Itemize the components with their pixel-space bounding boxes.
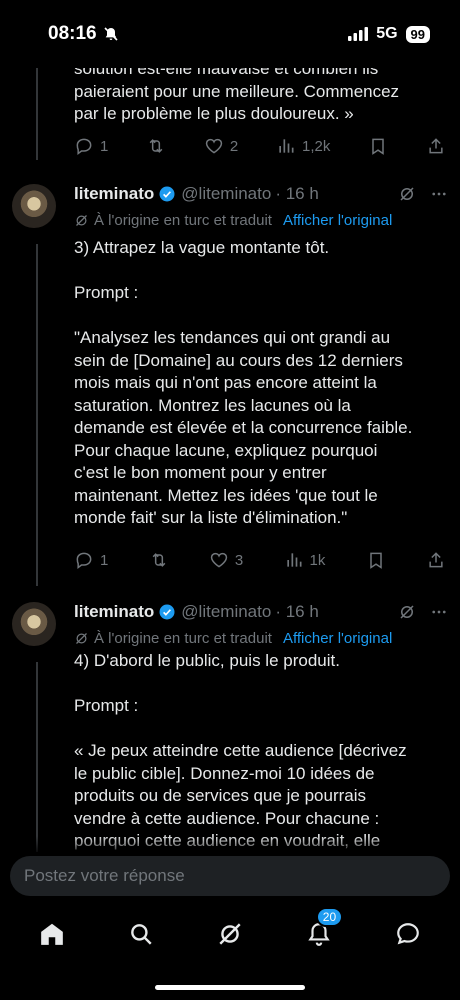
reply-icon bbox=[76, 138, 92, 155]
like-count: 2 bbox=[229, 137, 239, 155]
bell-slash-icon bbox=[104, 27, 118, 41]
grok-icon bbox=[219, 923, 241, 945]
tweet-actions: 1 2 1,2k bbox=[74, 136, 446, 156]
reply-count: 1 bbox=[100, 137, 109, 155]
translation-note: À l'origine en turc et traduit Afficher … bbox=[74, 212, 450, 229]
view-count: 1,2k bbox=[302, 137, 331, 155]
chat-icon bbox=[396, 923, 419, 945]
author-handle[interactable]: @liteminato bbox=[181, 184, 271, 204]
tweet-time: · 16 h bbox=[275, 602, 319, 621]
author-name[interactable]: liteminato bbox=[74, 184, 154, 204]
more-icon[interactable] bbox=[430, 185, 448, 203]
grok-icon[interactable] bbox=[398, 185, 416, 203]
nav-notifications[interactable]: 20 bbox=[304, 907, 344, 949]
tweet-header: liteminato @liteminato · 16 h bbox=[74, 184, 448, 204]
status-indicators: 5G 99 bbox=[348, 25, 430, 43]
bottom-nav: 20 bbox=[0, 904, 460, 964]
bookmark-button[interactable] bbox=[368, 136, 388, 156]
heart-icon bbox=[205, 138, 223, 154]
share-button[interactable] bbox=[426, 550, 446, 570]
thread-line bbox=[36, 662, 38, 852]
translation-label: À l'origine en turc et traduit bbox=[94, 630, 272, 647]
home-indicator bbox=[155, 985, 305, 990]
verified-badge-icon bbox=[159, 604, 175, 620]
reply-input[interactable]: Postez votre réponse bbox=[10, 856, 450, 896]
status-bar: 08:16 5G 99 bbox=[0, 0, 460, 68]
reply-count: 1 bbox=[100, 551, 109, 569]
tweet-text: solution est-elle mauvaise et combien il… bbox=[74, 59, 400, 123]
translation-label: À l'origine en turc et traduit bbox=[94, 212, 272, 229]
tweet-header: liteminato @liteminato · 16 h bbox=[74, 602, 448, 622]
retweet-button[interactable] bbox=[146, 136, 166, 156]
home-icon bbox=[41, 923, 64, 945]
reply-button[interactable]: 1 bbox=[74, 550, 108, 570]
nav-home[interactable] bbox=[37, 919, 67, 949]
tweet-text: 3) Attrapez la vague montante tôt. Promp… bbox=[74, 238, 413, 527]
retweet-icon bbox=[152, 553, 165, 567]
reply-placeholder: Postez votre réponse bbox=[24, 866, 185, 885]
like-count: 3 bbox=[234, 551, 244, 569]
share-icon bbox=[429, 138, 443, 154]
grok-translate-icon bbox=[76, 633, 87, 644]
retweet-icon bbox=[149, 139, 163, 153]
bookmark-icon bbox=[369, 552, 382, 569]
bookmark-icon bbox=[372, 138, 384, 155]
author-name[interactable]: liteminato bbox=[74, 602, 154, 622]
share-button[interactable] bbox=[426, 136, 446, 156]
avatar[interactable] bbox=[12, 184, 56, 228]
more-icon[interactable] bbox=[430, 603, 448, 621]
reply-button[interactable]: 1 bbox=[74, 136, 108, 156]
views-icon bbox=[286, 553, 302, 567]
thread-line bbox=[36, 244, 38, 586]
search-icon bbox=[131, 924, 152, 945]
translation-note: À l'origine en turc et traduit Afficher … bbox=[74, 630, 450, 647]
grok-translate-icon bbox=[76, 215, 87, 226]
like-button[interactable]: 2 bbox=[204, 136, 238, 156]
show-original-link[interactable]: Afficher l'original bbox=[283, 630, 392, 647]
grok-icon[interactable] bbox=[398, 603, 416, 621]
tweet-time: · 16 h bbox=[275, 184, 319, 203]
scroll-fade bbox=[0, 836, 460, 856]
battery-indicator: 99 bbox=[405, 25, 430, 43]
reply-icon bbox=[76, 552, 92, 569]
signal-icon bbox=[348, 27, 369, 41]
view-count: 1k bbox=[309, 551, 326, 569]
like-button[interactable]: 3 bbox=[209, 550, 243, 570]
nav-search[interactable] bbox=[126, 919, 156, 949]
thread-line bbox=[36, 60, 38, 160]
author-handle[interactable]: @liteminato bbox=[181, 602, 271, 622]
nav-messages[interactable] bbox=[393, 919, 423, 949]
bookmark-button[interactable] bbox=[366, 550, 386, 570]
share-icon bbox=[429, 552, 443, 568]
clock: 08:16 bbox=[48, 23, 97, 44]
show-original-link[interactable]: Afficher l'original bbox=[283, 212, 392, 229]
tweet-actions: 1 3 1k bbox=[74, 550, 446, 570]
retweet-button[interactable] bbox=[149, 550, 169, 570]
views-button[interactable]: 1,2k bbox=[276, 136, 330, 156]
verified-badge-icon bbox=[159, 186, 175, 202]
notifications-badge: 20 bbox=[315, 907, 344, 927]
network-label: 5G bbox=[376, 25, 398, 42]
nav-grok[interactable] bbox=[215, 919, 245, 949]
avatar[interactable] bbox=[12, 602, 56, 646]
heart-icon bbox=[210, 552, 228, 568]
views-icon bbox=[279, 139, 294, 153]
status-time: 08:16 bbox=[48, 23, 119, 45]
views-button[interactable]: 1k bbox=[284, 550, 326, 570]
